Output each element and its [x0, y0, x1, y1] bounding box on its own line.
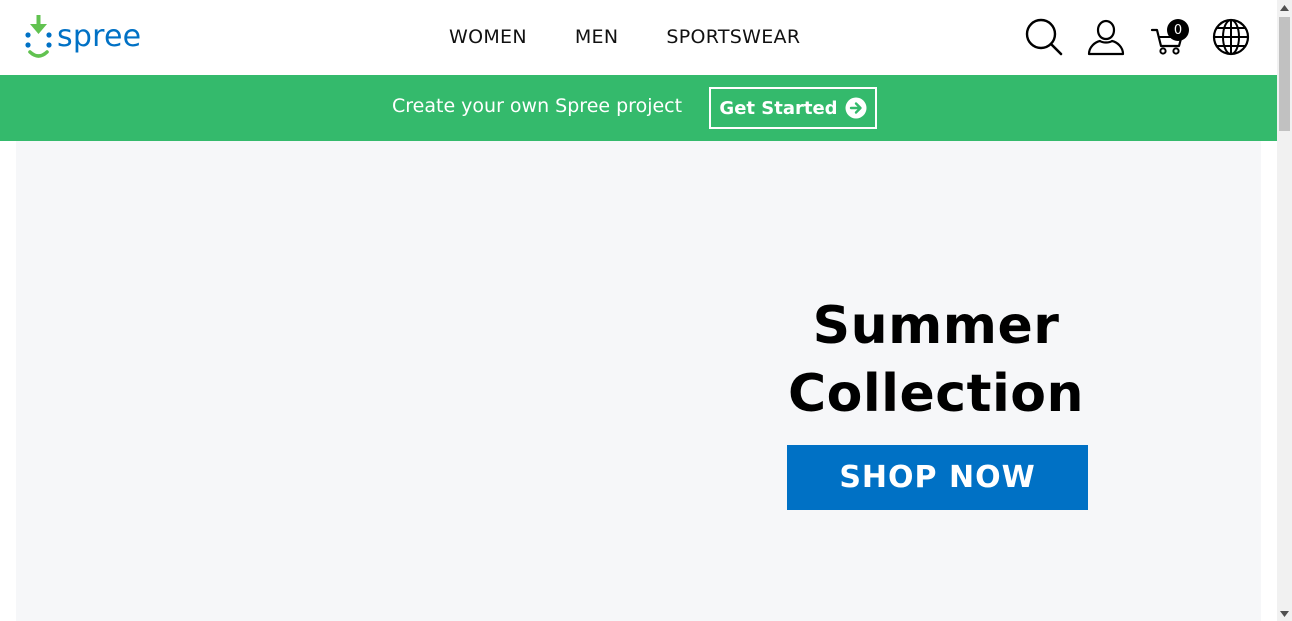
hero-title-line1: Summer: [812, 296, 1060, 356]
vertical-scrollbar[interactable]: [1277, 0, 1292, 621]
spree-cart-logo-icon: [25, 15, 52, 58]
promo-text: Create your own Spree project: [392, 95, 683, 117]
globe-icon: [1212, 18, 1250, 56]
promo-banner: Create your own Spree project Get Starte…: [0, 75, 1277, 141]
get-started-button[interactable]: Get Started: [709, 87, 877, 129]
shop-now-label: SHOP NOW: [839, 460, 1036, 495]
user-icon: [1087, 19, 1125, 56]
scrollbar-thumb[interactable]: [1279, 17, 1290, 131]
search-button[interactable]: [1024, 17, 1064, 57]
search-icon: [1025, 18, 1063, 56]
main-nav: WOMEN MEN SPORTSWEAR: [449, 24, 800, 50]
nav-item-sportswear[interactable]: SPORTSWEAR: [666, 24, 800, 50]
cart-count-badge: 0: [1167, 19, 1189, 41]
hero-title: Summer Collection: [753, 292, 1119, 428]
site-header: spree WOMEN MEN SPORTSWEAR 0: [0, 0, 1277, 75]
scroll-up-arrow-icon[interactable]: [1277, 0, 1292, 15]
arrow-right-circle-icon: [845, 97, 867, 119]
spree-logo[interactable]: spree: [25, 13, 143, 63]
scroll-down-arrow-icon[interactable]: [1277, 606, 1292, 621]
get-started-label: Get Started: [719, 97, 838, 119]
page: spree WOMEN MEN SPORTSWEAR 0 Create your…: [0, 0, 1277, 621]
language-button[interactable]: [1211, 17, 1251, 57]
hero-banner: Summer Collection SHOP NOW: [16, 141, 1261, 621]
logo-text: spree: [57, 18, 142, 54]
hero-title-line2: Collection: [787, 364, 1085, 424]
cart-button[interactable]: 0: [1149, 17, 1189, 57]
nav-item-women[interactable]: WOMEN: [449, 24, 527, 50]
nav-item-men[interactable]: MEN: [575, 24, 619, 50]
account-button[interactable]: [1086, 17, 1126, 57]
shop-now-button[interactable]: SHOP NOW: [787, 445, 1088, 510]
